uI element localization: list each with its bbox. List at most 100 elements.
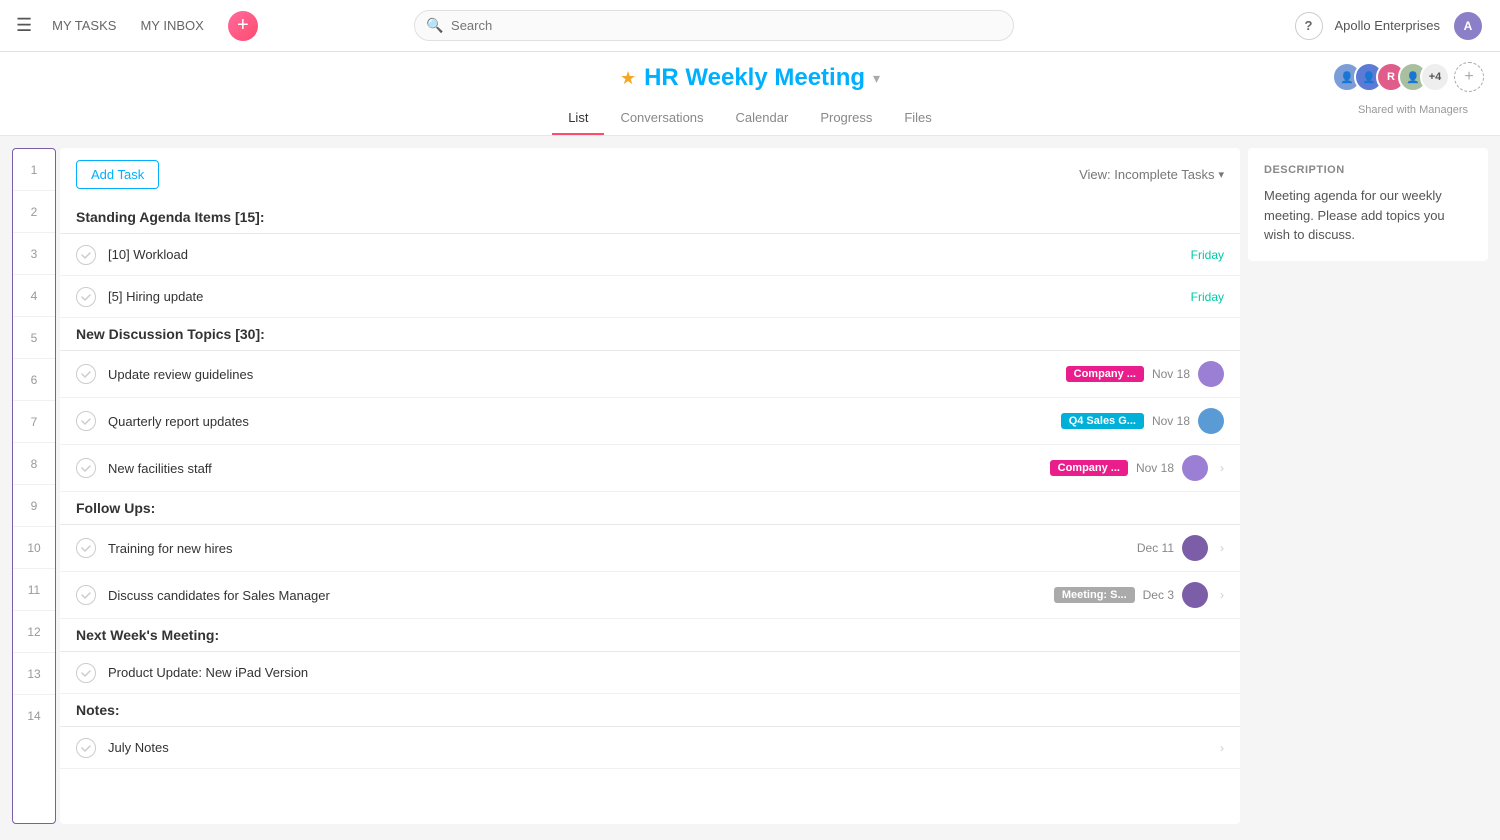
row-number-9: 9 [13, 485, 55, 527]
row-numbers-sidebar: 1234567891011121314 [12, 148, 56, 824]
row-number-3: 3 [13, 233, 55, 275]
task-name: July Notes [108, 740, 1216, 755]
task-avatar [1198, 408, 1224, 434]
row-number-7: 7 [13, 401, 55, 443]
task-check-icon[interactable] [76, 411, 96, 431]
task-name: Update review guidelines [108, 367, 1066, 382]
tab-calendar[interactable]: Calendar [720, 102, 805, 135]
task-check-icon[interactable] [76, 287, 96, 307]
task-name: [10] Workload [108, 247, 1191, 262]
task-expand-icon[interactable]: › [1220, 541, 1224, 555]
nav-right: ? Apollo Enterprises A [1295, 10, 1485, 42]
search-container: 🔍 [414, 10, 1014, 41]
task-check-icon[interactable] [76, 663, 96, 683]
task-tag-badge: Company ... [1050, 460, 1128, 476]
title-chevron-icon[interactable]: ▾ [873, 70, 880, 87]
members-area: 👤 👤 R 👤 +4 + Shared with Managers [1332, 62, 1484, 92]
row-number-14: 14 [13, 695, 55, 737]
task-check-icon[interactable] [76, 245, 96, 265]
task-date: Friday [1191, 290, 1224, 304]
task-date: Nov 18 [1152, 414, 1190, 428]
task-row[interactable]: Product Update: New iPad Version [60, 652, 1240, 694]
row-number-1: 1 [13, 149, 55, 191]
task-meta: Meeting: S... Dec 3 › [1054, 582, 1224, 608]
task-row[interactable]: Training for new hiresDec 11 › [60, 525, 1240, 572]
task-name: Quarterly report updates [108, 414, 1061, 429]
view-chevron-icon: ▾ [1218, 168, 1224, 181]
member-more[interactable]: +4 [1420, 62, 1450, 92]
task-check-icon[interactable] [76, 538, 96, 558]
company-name: Apollo Enterprises [1335, 18, 1441, 33]
row-number-6: 6 [13, 359, 55, 401]
task-check-icon[interactable] [76, 458, 96, 478]
star-icon: ★ [620, 68, 636, 89]
task-row[interactable]: [10] WorkloadFriday [60, 234, 1240, 276]
hamburger-icon[interactable]: ☰ [16, 15, 32, 36]
task-avatar [1198, 361, 1224, 387]
row-number-4: 4 [13, 275, 55, 317]
task-expand-icon[interactable]: › [1220, 588, 1224, 602]
description-title: DESCRIPTION [1264, 164, 1472, 176]
task-name: Discuss candidates for Sales Manager [108, 588, 1054, 603]
task-name: Training for new hires [108, 541, 1137, 556]
title-row: ★ HR Weekly Meeting ▾ [620, 64, 880, 92]
tab-list[interactable]: List [552, 102, 604, 135]
description-box: DESCRIPTION Meeting agenda for our weekl… [1248, 148, 1488, 261]
task-meta: Friday [1191, 248, 1224, 262]
row-number-8: 8 [13, 443, 55, 485]
row-number-5: 5 [13, 317, 55, 359]
task-tag-badge: Meeting: S... [1054, 587, 1135, 603]
section-header: Follow Ups: [60, 492, 1240, 525]
help-button[interactable]: ? [1295, 12, 1323, 40]
task-date: Dec 3 [1143, 588, 1174, 602]
search-input[interactable] [414, 10, 1014, 41]
task-row[interactable]: Update review guidelinesCompany ... Nov 1… [60, 351, 1240, 398]
view-filter-button[interactable]: View: Incomplete Tasks ▾ [1079, 167, 1224, 182]
task-row[interactable]: Quarterly report updatesQ4 Sales G... Nov… [60, 398, 1240, 445]
task-date: Nov 18 [1152, 367, 1190, 381]
task-expand-icon[interactable]: › [1220, 461, 1224, 475]
task-row[interactable]: Discuss candidates for Sales ManagerMeet… [60, 572, 1240, 619]
task-date: Nov 18 [1136, 461, 1174, 475]
view-label: View: Incomplete Tasks [1079, 167, 1214, 182]
add-button[interactable]: + [228, 11, 258, 41]
add-task-button[interactable]: Add Task [76, 160, 159, 189]
task-expand-icon[interactable]: › [1220, 741, 1224, 755]
section-header: New Discussion Topics [30]: [60, 318, 1240, 351]
project-title[interactable]: HR Weekly Meeting [644, 64, 865, 92]
user-avatar[interactable]: A [1452, 10, 1484, 42]
nav-my-tasks[interactable]: MY TASKS [52, 18, 116, 33]
row-number-11: 11 [13, 569, 55, 611]
task-tag-badge: Q4 Sales G... [1061, 413, 1144, 429]
row-number-12: 12 [13, 611, 55, 653]
task-date: Dec 11 [1137, 541, 1174, 555]
section-header: Next Week's Meeting: [60, 619, 1240, 652]
task-rows-container: Standing Agenda Items [15]:[10] Workload… [60, 201, 1240, 769]
tab-files[interactable]: Files [888, 102, 947, 135]
task-check-icon[interactable] [76, 738, 96, 758]
main-content: 1234567891011121314 Add Task View: Incom… [0, 136, 1500, 836]
search-icon: 🔍 [426, 17, 443, 34]
tab-conversations[interactable]: Conversations [604, 102, 719, 135]
right-sidebar: DESCRIPTION Meeting agenda for our weekl… [1248, 148, 1488, 824]
shared-label: Shared with Managers [1358, 104, 1468, 116]
task-check-icon[interactable] [76, 585, 96, 605]
task-row[interactable]: New facilities staffCompany ...Nov 18› [60, 445, 1240, 492]
task-date: Friday [1191, 248, 1224, 262]
tab-bar: List Conversations Calendar Progress Fil… [552, 102, 948, 135]
task-meta: Q4 Sales G... Nov 18 [1061, 408, 1224, 434]
section-header: Standing Agenda Items [15]: [60, 201, 1240, 234]
task-meta: › [1216, 741, 1224, 755]
task-row[interactable]: [5] Hiring updateFriday [60, 276, 1240, 318]
task-meta: Dec 11 › [1137, 535, 1224, 561]
section-header: Notes: [60, 694, 1240, 727]
task-row[interactable]: July Notes › [60, 727, 1240, 769]
task-name: Product Update: New iPad Version [108, 665, 1224, 680]
nav-my-inbox[interactable]: MY INBOX [140, 18, 203, 33]
tab-progress[interactable]: Progress [804, 102, 888, 135]
task-tag-badge: Company ... [1066, 366, 1144, 382]
add-member-button[interactable]: + [1454, 62, 1484, 92]
task-check-icon[interactable] [76, 364, 96, 384]
member-avatars: 👤 👤 R 👤 +4 + [1332, 62, 1484, 92]
top-nav: ☰ MY TASKS MY INBOX + 🔍 ? Apollo Enterpr… [0, 0, 1500, 52]
